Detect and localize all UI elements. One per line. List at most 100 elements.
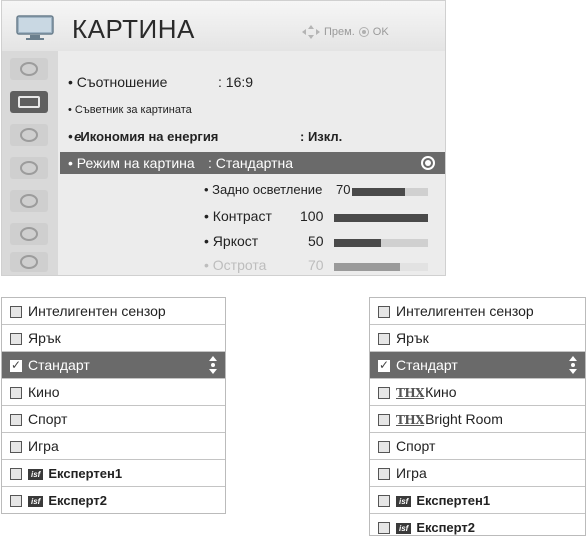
dpad-icon (302, 25, 320, 39)
list-item-label: Игра (28, 438, 59, 454)
list-item[interactable]: Стандарт (370, 352, 585, 379)
list-item-text: isf Експертен1 (28, 466, 122, 481)
list-item-label: Експерт2 (416, 520, 476, 535)
sidebar-item-lock[interactable] (10, 190, 48, 212)
list-item-label: Игра (396, 465, 427, 481)
list-item-label: Кино (425, 384, 457, 400)
sidebar-item-network[interactable] (10, 252, 48, 272)
picture-mode-list-left: Интелигентен сензор Ярък Стандарт Кино Спорт… (1, 297, 226, 514)
sidebar-item-setup[interactable] (10, 58, 48, 80)
slider-contrast[interactable]: • Контраст 100 (204, 208, 434, 226)
list-item[interactable]: Стандарт (2, 352, 225, 379)
list-item[interactable]: isf Експертен1 (2, 460, 225, 487)
brightness-label: • Яркост (204, 233, 259, 249)
list-item-text: isf Експерт2 (396, 520, 475, 535)
list-item-text: isf Експертен1 (396, 493, 490, 508)
brightness-bar (334, 239, 428, 247)
checkbox-icon[interactable] (10, 414, 22, 426)
list-item[interactable]: Кино (2, 379, 225, 406)
picture-monitor-icon (18, 96, 40, 108)
contrast-label: • Контраст (204, 208, 272, 224)
list-item-text: THXКино (396, 384, 457, 400)
sidebar-item-audio[interactable] (10, 124, 48, 146)
backlight-label: • Задно осветление (204, 182, 323, 197)
list-item[interactable]: Игра (370, 460, 585, 487)
checkbox-icon[interactable] (378, 387, 390, 399)
sharpness-bar-fill (334, 263, 400, 271)
options-icon (20, 227, 38, 241)
sharpness-label: • Острота (204, 257, 267, 273)
list-item-label: Кино (28, 384, 60, 400)
list-item-text: isf Експерт2 (28, 493, 107, 508)
list-item-text: Спорт (396, 438, 435, 454)
list-item-text: Спорт (28, 411, 67, 427)
checkbox-icon[interactable] (378, 522, 390, 534)
list-item-label: Експерт2 (48, 493, 108, 508)
list-item-text: Ярък (28, 330, 61, 346)
contrast-bar-fill (334, 214, 428, 222)
list-item[interactable]: Спорт (2, 406, 225, 433)
checkbox-icon[interactable] (10, 333, 22, 345)
list-item-text: Стандарт (28, 357, 90, 373)
list-item[interactable]: isf Експерт2 (2, 487, 225, 514)
slider-sharpness[interactable]: • Острота 70 (204, 257, 434, 275)
wizard-label: • Съветник за картината (68, 104, 192, 116)
list-item-text: Кино (28, 384, 60, 400)
isf-logo-icon: isf (28, 496, 44, 508)
sidebar-item-options[interactable] (10, 223, 48, 245)
audio-speaker-icon (20, 128, 38, 142)
checked-checkbox-icon[interactable] (378, 358, 390, 372)
list-item-label: Експертен1 (48, 466, 123, 481)
list-item[interactable]: Интелигентен сензор (2, 298, 225, 325)
category-sidebar (2, 51, 58, 275)
checkbox-icon[interactable] (378, 441, 390, 453)
list-item[interactable]: isf Експертен1 (370, 487, 585, 514)
list-item-text: Интелигентен сензор (396, 303, 534, 319)
checkbox-icon[interactable] (10, 441, 22, 453)
scroll-updown-icon[interactable] (209, 356, 217, 374)
list-item[interactable]: Ярък (2, 325, 225, 352)
checkbox-icon[interactable] (378, 414, 390, 426)
list-item[interactable]: THXBright Room (370, 406, 585, 433)
slider-brightness[interactable]: • Яркост 50 (204, 233, 434, 251)
sharpness-bar (334, 263, 428, 271)
checkbox-icon[interactable] (10, 468, 22, 480)
energy-label: Икономия на енергия (80, 129, 219, 144)
list-item-label: Bright Room (425, 411, 503, 427)
checkbox-icon[interactable] (10, 495, 22, 507)
picture-mode-value: : Стандартна (208, 155, 294, 171)
list-item[interactable]: THXКино (370, 379, 585, 406)
checked-checkbox-icon[interactable] (10, 358, 22, 372)
contrast-bar (334, 214, 428, 222)
list-item[interactable]: Игра (2, 433, 225, 460)
list-item-text: Ярък (396, 330, 429, 346)
list-item-label: Експертен1 (416, 493, 491, 508)
aspect-label: • Съотношение (68, 74, 168, 90)
list-item-label: Интелигентен сензор (28, 303, 166, 319)
selected-radio-icon (421, 156, 435, 170)
checkbox-icon[interactable] (378, 468, 390, 480)
checkbox-icon[interactable] (378, 306, 390, 318)
checkbox-icon[interactable] (378, 495, 390, 507)
checkbox-icon[interactable] (10, 387, 22, 399)
navigation-hint: Прем. OK (302, 25, 389, 39)
isf-logo-icon: isf (396, 496, 412, 508)
list-item[interactable]: Спорт (370, 433, 585, 460)
list-item-label: Ярък (28, 330, 61, 346)
menu-title: КАРТИНА (72, 14, 195, 44)
list-item[interactable]: isf Експерт2 (370, 514, 585, 537)
scroll-updown-icon[interactable] (569, 356, 577, 374)
menu-item-picture-mode[interactable]: • Режим на картина : Стандартна (60, 152, 445, 174)
picture-mode-label: • Режим на картина (68, 155, 195, 171)
list-item-text: Игра (28, 438, 59, 454)
list-item[interactable]: Интелигентен сензор (370, 298, 585, 325)
picture-monitor-icon (16, 15, 54, 40)
sidebar-item-picture[interactable] (10, 91, 48, 113)
slider-backlight[interactable]: • Задно осветление 70 (204, 182, 434, 200)
clock-icon (20, 161, 38, 175)
checkbox-icon[interactable] (10, 306, 22, 318)
checkbox-icon[interactable] (378, 333, 390, 345)
sidebar-item-time[interactable] (10, 157, 48, 179)
isf-logo-icon: isf (28, 469, 44, 481)
list-item[interactable]: Ярък (370, 325, 585, 352)
